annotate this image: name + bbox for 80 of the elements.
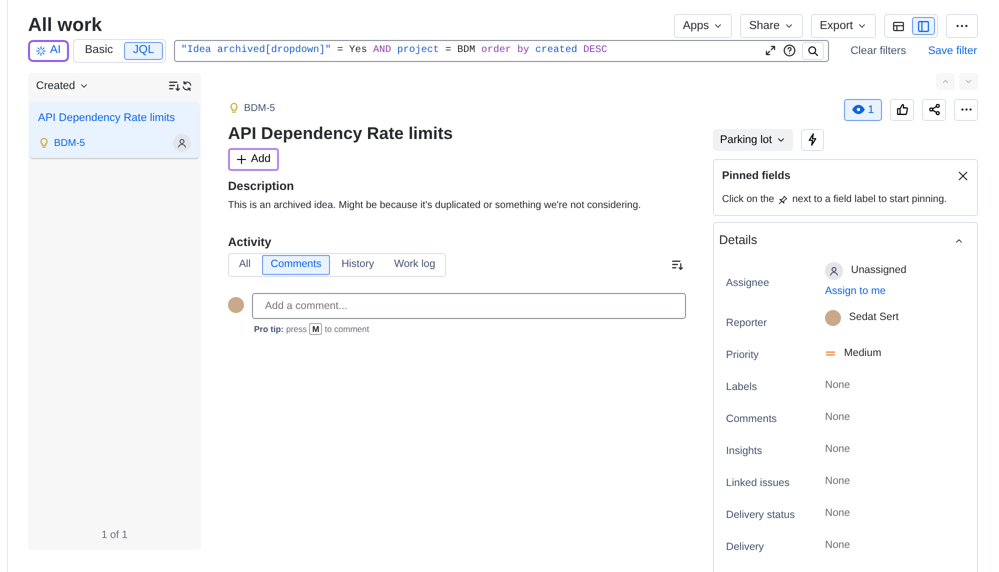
assign-to-me-link[interactable]: Assign to me <box>825 284 886 300</box>
field-label: Reporter <box>726 316 768 332</box>
search-mode-tab[interactable]: JQL <box>124 42 164 60</box>
avatar-photo-placeholder <box>825 310 841 326</box>
like-button[interactable] <box>890 98 914 121</box>
dropdown-button[interactable]: Export <box>810 14 876 38</box>
field-label: Priority <box>726 348 760 364</box>
ai-button[interactable]: AI <box>28 40 69 62</box>
pinned-hint-text: next to a field label to start pinning. <box>792 193 947 208</box>
avatar-photo-placeholder <box>228 296 244 313</box>
field-value: None <box>825 475 850 487</box>
save-filter-link[interactable]: Save filter <box>927 42 978 60</box>
search-button[interactable] <box>802 42 824 60</box>
dropdown-button[interactable]: Share <box>740 14 803 38</box>
more-button[interactable] <box>954 98 978 121</box>
watch-button[interactable]: 1 <box>844 98 882 121</box>
help-icon <box>783 44 796 58</box>
activity-tab[interactable]: Comments <box>262 254 330 275</box>
sort-icon <box>168 79 181 92</box>
description-text: This is an archived idea. Might be because it's duplicated or something we're not considering. <box>228 198 642 213</box>
avatar-icon <box>825 262 843 280</box>
field-value: Medium <box>844 346 882 361</box>
field-label: Delivery <box>726 540 765 556</box>
pagination-text: 1 of 1 <box>100 528 129 543</box>
expand-icon <box>764 44 778 58</box>
table-icon <box>892 20 905 33</box>
sort-dropdown[interactable]: Created <box>36 78 90 94</box>
lightning-icon <box>806 133 819 146</box>
close-icon <box>957 170 969 182</box>
thumbs-up-icon <box>896 103 908 116</box>
field-value: None <box>825 539 850 551</box>
search-icon <box>807 44 820 57</box>
pin-icon <box>778 194 788 205</box>
automation-button[interactable] <box>800 128 824 151</box>
card-title: Pinned fields <box>722 168 790 184</box>
comment-field[interactable]: Add a comment... <box>252 292 686 319</box>
pro-tip-text: Pro tip: press M to comment <box>254 322 370 336</box>
share-icon <box>928 103 940 116</box>
activity-tab[interactable]: History <box>332 254 384 275</box>
jql-query-field[interactable]: "Idea archived[dropdown]" = Yes AND project = BDM order by created DESC <box>174 40 830 62</box>
details-heading: Details <box>719 232 758 250</box>
work-item-title: API Dependency Rate limits <box>38 110 176 126</box>
eye-icon <box>852 103 865 116</box>
panel-icon <box>917 20 930 33</box>
field-label: Insights <box>726 444 764 460</box>
status-dropdown[interactable]: Parking lot <box>713 128 793 151</box>
plus-icon <box>236 154 247 166</box>
sparkle-icon <box>36 46 46 56</box>
page-title: All work <box>28 14 102 38</box>
clear-filters-link[interactable]: Clear filters <box>849 42 908 60</box>
section-heading: Activity <box>228 234 272 249</box>
avatar-icon <box>173 134 191 152</box>
field-label: Linked issues <box>726 476 791 492</box>
activity-tab[interactable]: All <box>230 254 260 275</box>
share-button[interactable] <box>922 98 946 121</box>
field-value: Unassigned <box>851 263 906 278</box>
work-item-key: BDM-5 <box>54 136 173 151</box>
field-value: None <box>825 507 850 519</box>
field-label: Labels <box>726 380 758 396</box>
field-label: Delivery status <box>726 508 796 524</box>
lightbulb-icon <box>38 137 50 150</box>
section-heading: Description <box>228 179 296 194</box>
lightbulb-icon <box>228 102 240 114</box>
dropdown-button[interactable]: Apps <box>674 14 732 38</box>
issue-key[interactable]: BDM-5 <box>244 100 276 116</box>
activity-tab[interactable]: Work log <box>385 254 444 275</box>
field-label: Comments <box>726 412 778 428</box>
detail-view-button[interactable] <box>912 17 935 36</box>
close-button[interactable] <box>957 170 969 182</box>
field-value: None <box>825 443 850 455</box>
add-button[interactable]: Add <box>228 148 279 172</box>
work-item-card[interactable]: API Dependency Rate limits BDM-5 <box>30 102 199 158</box>
field-value: None <box>825 411 850 423</box>
refresh-icon <box>181 80 193 92</box>
sort-icon <box>671 258 684 272</box>
field-value: None <box>825 379 850 391</box>
issue-title: API Dependency Rate limits <box>228 124 454 144</box>
field-value: Sedat Sert <box>849 310 899 326</box>
field-label: Assignee <box>726 276 770 292</box>
pinned-hint-text: Click on the <box>722 193 774 208</box>
